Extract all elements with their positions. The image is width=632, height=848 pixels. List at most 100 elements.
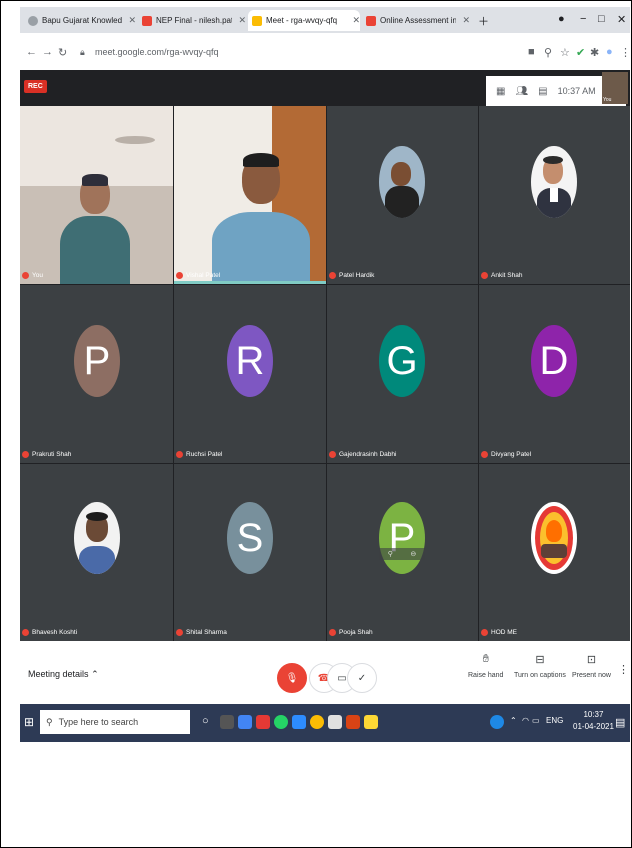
avatar: [379, 146, 425, 218]
forward-icon[interactable]: →: [42, 46, 53, 58]
app-icon[interactable]: [328, 715, 342, 729]
avatar: D: [531, 325, 577, 397]
chevron-up-icon: ⌃: [91, 669, 99, 679]
extension-icon[interactable]: ✱: [590, 46, 599, 59]
participant-name: Vishal Patel: [176, 272, 220, 279]
video-tile-bhavesh[interactable]: Bhavesh Koshti: [20, 464, 173, 641]
participant-name: Patel Hardik: [329, 272, 374, 279]
meeting-details-button[interactable]: Meeting details ⌃: [28, 669, 99, 680]
video-tile-ankit[interactable]: Ankit Shah: [479, 106, 630, 284]
help-icon[interactable]: [490, 715, 504, 729]
extension-check-button[interactable]: ✓: [347, 663, 377, 693]
task-view-icon[interactable]: [220, 715, 234, 729]
zoom-icon[interactable]: ⚲: [544, 46, 552, 59]
mic-off-icon: [22, 629, 29, 636]
video-tile-divyang[interactable]: D Divyang Patel: [479, 285, 630, 463]
battery-icon[interactable]: ▭: [532, 716, 540, 725]
tab-nep[interactable]: NEP Final - nilesh.patel@bapugi ✕: [138, 10, 246, 31]
close-icon[interactable]: ✕: [128, 15, 136, 26]
video-tile-shital[interactable]: S Shital Sharma: [174, 464, 326, 641]
mic-off-icon: [329, 451, 336, 458]
raise-hand-button[interactable]: ✋︎ Raise hand: [468, 653, 503, 679]
video-tile-you[interactable]: You: [20, 106, 173, 284]
institution-logo: [531, 502, 577, 574]
profile-icon[interactable]: ●: [558, 13, 565, 25]
window-close-icon[interactable]: ✕: [617, 13, 626, 26]
mic-off-icon: [22, 272, 29, 279]
search-icon: ⚲: [46, 716, 53, 727]
star-icon[interactable]: ☆: [560, 46, 570, 59]
tab-meet[interactable]: Meet - rga-wvqy-qfq ✕: [248, 10, 360, 31]
file-explorer-icon[interactable]: [364, 715, 378, 729]
close-icon[interactable]: ✕: [352, 15, 360, 26]
zoom-icon[interactable]: [292, 715, 306, 729]
menu-icon[interactable]: ⋮: [620, 46, 631, 59]
meet-icon: [252, 15, 262, 26]
language-indicator[interactable]: ENG: [546, 716, 563, 725]
captions-button[interactable]: ⊟ Turn on captions: [514, 653, 566, 679]
pin-icon[interactable]: ⚲: [388, 550, 393, 558]
avatar: G: [379, 325, 425, 397]
browser-tab-bar: Bapu Gujarat Knowledge Village ✕ NEP Fin…: [20, 7, 630, 33]
people-icon[interactable]: 👥︎: [515, 86, 528, 97]
windows-start-icon[interactable]: ⊞: [24, 715, 34, 729]
minimize-icon[interactable]: −: [580, 13, 586, 25]
tray-chevron-icon[interactable]: ⌃: [510, 716, 517, 725]
present-icon: ⊡: [586, 654, 597, 666]
participant-name: Shital Sharma: [176, 629, 227, 636]
close-icon[interactable]: ✕: [238, 15, 246, 26]
camera-icon[interactable]: ■: [528, 46, 535, 58]
mic-off-icon: [176, 451, 183, 458]
url-field[interactable]: meet.google.com/rga-wvqy-qfq: [95, 47, 219, 57]
meet-grid: REC ▦ 👥︎ ▤ 10:37 AM You You Vishal Patel: [20, 70, 630, 641]
video-tile-ruchsi[interactable]: R Ruchsi Patel: [174, 285, 326, 463]
whatsapp-icon[interactable]: [274, 715, 288, 729]
participant-name: You: [22, 272, 43, 279]
close-icon[interactable]: ✕: [462, 15, 470, 26]
layout-icon[interactable]: ▦: [496, 86, 505, 97]
powerpoint-icon[interactable]: [346, 715, 360, 729]
mic-toggle-button[interactable]: 🎙︎: [277, 663, 307, 693]
cortana-icon[interactable]: ○: [202, 715, 216, 729]
chrome-icon[interactable]: [310, 715, 324, 729]
video-tile-gajendrasinh[interactable]: G Gajendrasinh Dabhi: [327, 285, 478, 463]
video-tile-prakruti[interactable]: P Prakruti Shah: [20, 285, 173, 463]
taskbar-search[interactable]: ⚲ Type here to search: [40, 710, 190, 734]
new-tab-icon[interactable]: ＋: [478, 13, 489, 29]
app-icon[interactable]: [238, 715, 252, 729]
tab-assessment[interactable]: Online Assessment in DIPLOMA ✕: [362, 10, 470, 31]
address-bar: ← → ↻ 🔒︎ meet.google.com/rga-wvqy-qfq ■ …: [20, 33, 631, 69]
participant-name: Bhavesh Koshti: [22, 629, 77, 636]
wifi-icon[interactable]: ◠: [522, 716, 529, 725]
back-icon[interactable]: ←: [26, 46, 37, 58]
chat-icon[interactable]: ▤: [538, 86, 547, 97]
avatar: [531, 146, 577, 218]
video-tile-hod[interactable]: HOD ME: [479, 464, 630, 641]
mic-off-icon: [329, 272, 336, 279]
video-tile-hardik[interactable]: Patel Hardik: [327, 106, 478, 284]
taskbar-clock[interactable]: 10:37 01-04-2021: [573, 709, 614, 733]
mute-icon[interactable]: ⊖: [410, 550, 416, 558]
reload-icon[interactable]: ↻: [58, 46, 67, 59]
windows-taskbar: ⊞ ⚲ Type here to search ○ ⌃ ◠ ▭ ENG 10:3…: [20, 704, 630, 742]
mic-off-icon: [176, 629, 183, 636]
mic-off-icon: [481, 629, 488, 636]
present-button[interactable]: ⊡ Present now: [572, 653, 611, 679]
app-icon[interactable]: [256, 715, 270, 729]
gmail-icon: [366, 15, 376, 26]
rec-badge: REC: [24, 80, 47, 93]
avatar[interactable]: ●: [606, 46, 613, 58]
mic-off-icon: [481, 451, 488, 458]
tab-bapu[interactable]: Bapu Gujarat Knowledge Village ✕: [24, 10, 136, 31]
maximize-icon[interactable]: □: [598, 13, 605, 25]
check-extension-icon[interactable]: ✔: [576, 46, 585, 59]
captions-icon: ⊟: [535, 654, 545, 666]
notification-icon[interactable]: ▤: [615, 716, 625, 729]
video-tile-vishal[interactable]: Vishal Patel: [174, 106, 326, 284]
participant-name: Pooja Shah: [329, 629, 373, 636]
video-tile-pooja[interactable]: P ⚲ ⊖ Pooja Shah: [327, 464, 478, 641]
participant-name: Ruchsi Patel: [176, 451, 223, 458]
participant-name: Prakruti Shah: [22, 451, 71, 458]
more-options-icon[interactable]: ⋮: [618, 663, 629, 676]
avatar: S: [227, 502, 273, 574]
